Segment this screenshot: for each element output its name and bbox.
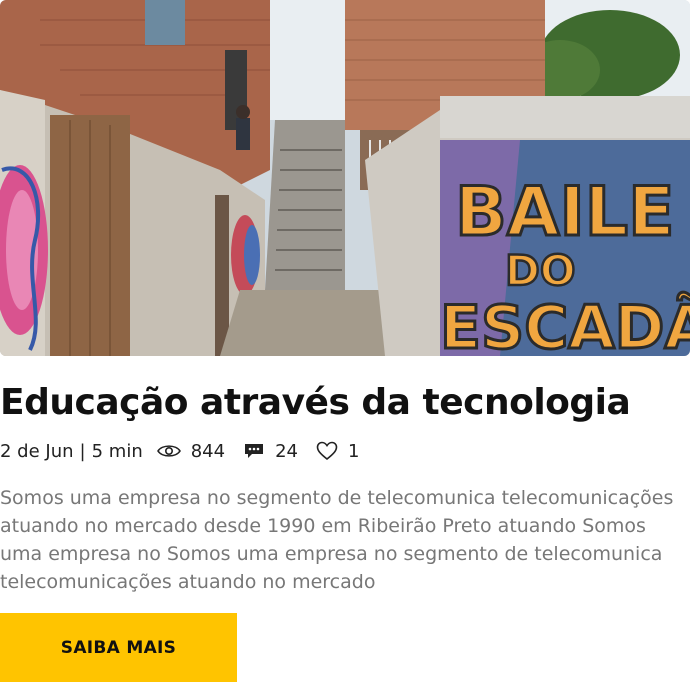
comments-count: 24 (275, 440, 298, 462)
post-title[interactable]: Educação através da tecnologia (0, 380, 690, 426)
comment-icon (245, 444, 264, 458)
post-date: 2 de Jun (0, 440, 74, 462)
street-photo: BAILE DO ESCADÃO (0, 0, 690, 356)
post-excerpt: Somos uma empresa no segmento de telecom… (0, 487, 674, 593)
svg-text:DO: DO (505, 246, 576, 295)
likes-stat[interactable]: 1 (316, 441, 359, 462)
post-meta: 2 de Jun | 5 min 844 24 1 (0, 438, 377, 464)
svg-text:BAILE: BAILE (455, 173, 675, 252)
read-more-button[interactable]: SAIBA MAIS (0, 613, 237, 682)
views-count: 844 (190, 440, 226, 462)
views-stat: 844 (156, 440, 226, 462)
comments-stat[interactable]: 24 (243, 441, 298, 462)
svg-text:ESCADÃO: ESCADÃO (440, 291, 690, 356)
post-cover-image[interactable]: BAILE DO ESCADÃO (0, 0, 690, 356)
read-time: 5 min (91, 440, 143, 462)
meta-separator: | (79, 440, 86, 462)
eye-icon (156, 445, 181, 457)
likes-count: 1 (348, 440, 360, 462)
heart-icon[interactable] (316, 441, 338, 461)
